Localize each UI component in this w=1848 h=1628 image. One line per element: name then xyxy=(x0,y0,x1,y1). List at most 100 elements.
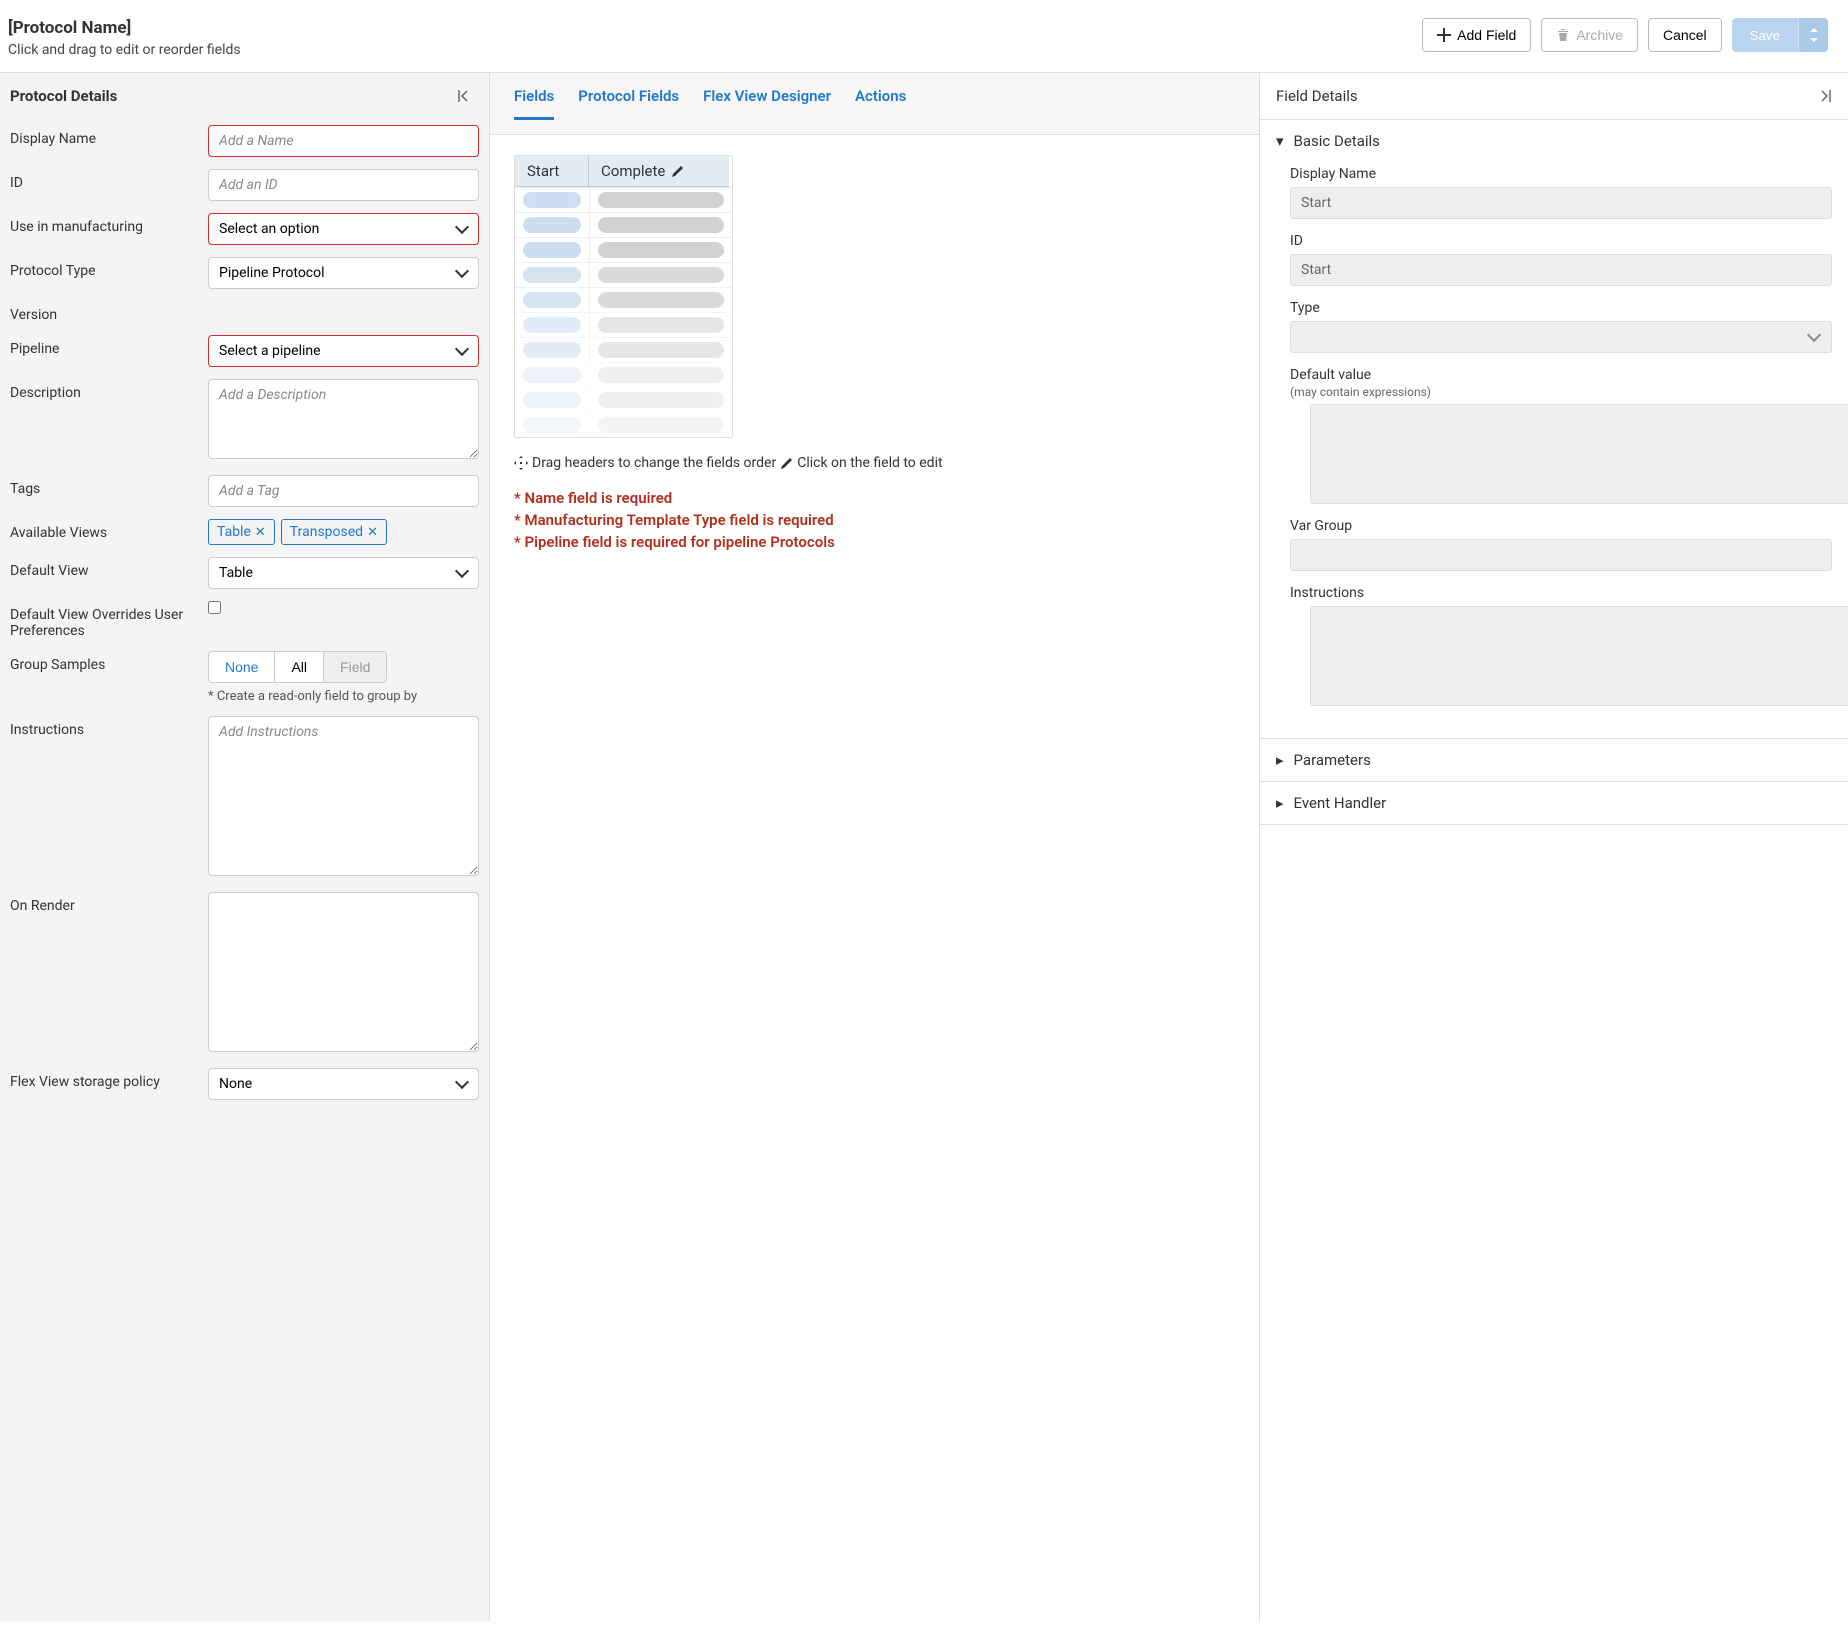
fd-instructions-textarea[interactable] xyxy=(1310,606,1848,706)
grid-row[interactable] xyxy=(515,412,732,437)
cancel-label: Cancel xyxy=(1663,27,1707,43)
available-views-label: Available Views xyxy=(10,519,198,545)
parameters-section: Parameters xyxy=(1260,739,1848,782)
save-dropdown-button[interactable] xyxy=(1798,18,1828,52)
collapse-right-icon[interactable] xyxy=(1816,88,1832,104)
move-icon xyxy=(514,456,528,470)
collapse-left-icon[interactable] xyxy=(457,88,473,104)
col-header-complete[interactable]: Complete xyxy=(589,156,729,187)
instructions-label: Instructions xyxy=(10,716,198,880)
fields-grid: Start Complete xyxy=(514,155,733,438)
chip-table[interactable]: Table✕ xyxy=(208,519,275,545)
cancel-button[interactable]: Cancel xyxy=(1648,18,1722,52)
remove-icon[interactable]: ✕ xyxy=(367,525,378,540)
tab-flex-view-designer[interactable]: Flex View Designer xyxy=(703,87,831,120)
grid-row[interactable] xyxy=(515,212,732,237)
chip-transposed-label: Transposed xyxy=(290,524,363,540)
header-subtitle: Click and drag to edit or reorder fields xyxy=(8,42,241,58)
tags-label: Tags xyxy=(10,475,198,507)
fd-display-name-input[interactable]: Start xyxy=(1290,187,1832,219)
description-textarea[interactable] xyxy=(208,379,479,459)
group-samples-label: Group Samples xyxy=(10,651,198,704)
onrender-textarea[interactable] xyxy=(208,892,479,1052)
version-label: Version xyxy=(10,301,198,323)
fd-vargroup-label: Var Group xyxy=(1290,518,1832,534)
fd-instructions-label: Instructions xyxy=(1290,585,1832,601)
save-label: Save xyxy=(1750,28,1780,43)
use-manufacturing-select[interactable]: Select an option xyxy=(208,213,479,245)
protocol-details-heading: Protocol Details xyxy=(10,87,117,105)
grid-row[interactable] xyxy=(515,337,732,362)
error-pipeline-required: * Pipeline field is required for pipelin… xyxy=(514,533,1235,551)
parameters-header[interactable]: Parameters xyxy=(1260,739,1848,781)
instructions-textarea[interactable] xyxy=(208,716,479,876)
tags-input[interactable] xyxy=(208,475,479,507)
seg-all-button[interactable]: All xyxy=(275,651,324,683)
tip-click-text: Click on the field to edit xyxy=(797,455,942,471)
col-header-start[interactable]: Start xyxy=(515,156,589,187)
add-field-label: Add Field xyxy=(1457,27,1516,43)
use-manufacturing-label: Use in manufacturing xyxy=(10,213,198,245)
error-list: * Name field is required * Manufacturing… xyxy=(514,489,1235,551)
grid-row[interactable] xyxy=(515,237,732,262)
plus-icon xyxy=(1437,28,1451,42)
id-input[interactable] xyxy=(208,169,479,201)
fd-type-select[interactable] xyxy=(1290,321,1832,353)
archive-button[interactable]: Archive xyxy=(1541,18,1638,52)
header-title-block: [Protocol Name] Click and drag to edit o… xyxy=(8,18,241,58)
pipeline-select[interactable]: Select a pipeline xyxy=(208,335,479,367)
display-name-label: Display Name xyxy=(10,125,198,157)
grid-row[interactable] xyxy=(515,287,732,312)
protocol-details-heading-row: Protocol Details xyxy=(0,73,489,119)
fd-default-label: Default value xyxy=(1290,367,1832,383)
caret-right-icon xyxy=(1276,794,1286,812)
fd-default-textarea[interactable] xyxy=(1310,404,1848,504)
trash-icon xyxy=(1556,28,1570,42)
flexview-policy-select[interactable]: None xyxy=(208,1068,479,1100)
grid-row[interactable] xyxy=(515,362,732,387)
grid-tips: Drag headers to change the fields order … xyxy=(514,455,1235,471)
fd-vargroup-input[interactable] xyxy=(1290,539,1832,571)
protocol-details-panel: Protocol Details Display Name ID Use in … xyxy=(0,73,490,1621)
default-view-select[interactable]: Table xyxy=(208,557,479,589)
grid-row[interactable] xyxy=(515,262,732,287)
fd-id-input[interactable]: Start xyxy=(1290,254,1832,286)
fd-id-label: ID xyxy=(1290,233,1832,249)
tab-protocol-fields[interactable]: Protocol Fields xyxy=(578,87,679,120)
protocol-type-select[interactable]: Pipeline Protocol xyxy=(208,257,479,289)
remove-icon[interactable]: ✕ xyxy=(255,525,266,540)
archive-label: Archive xyxy=(1576,27,1623,43)
seg-none-button[interactable]: None xyxy=(208,651,275,683)
onrender-label: On Render xyxy=(10,892,198,1056)
grid-header-row: Start Complete xyxy=(515,156,732,187)
basic-details-label: Basic Details xyxy=(1294,132,1380,150)
display-name-input[interactable] xyxy=(208,125,479,157)
page-header: [Protocol Name] Click and drag to edit o… xyxy=(0,0,1848,73)
tab-actions[interactable]: Actions xyxy=(855,87,906,120)
pipeline-label: Pipeline xyxy=(10,335,198,367)
pencil-icon xyxy=(671,165,684,178)
override-label: Default View Overrides User Preferences xyxy=(10,601,198,639)
add-field-button[interactable]: Add Field xyxy=(1422,18,1531,52)
grid-row[interactable] xyxy=(515,387,732,412)
event-handler-header[interactable]: Event Handler xyxy=(1260,782,1848,824)
save-button[interactable]: Save xyxy=(1732,18,1798,52)
save-button-group: Save xyxy=(1732,18,1828,52)
error-name-required: * Name field is required xyxy=(514,489,1235,507)
chip-transposed[interactable]: Transposed ✕ xyxy=(281,519,387,545)
fd-default-sublabel: (may contain expressions) xyxy=(1290,385,1832,399)
field-details-heading: Field Details xyxy=(1276,87,1358,105)
grid-row[interactable] xyxy=(515,312,732,337)
basic-details-section: Basic Details Display Name Start ID Star… xyxy=(1260,120,1848,739)
pencil-icon xyxy=(780,457,793,470)
override-checkbox[interactable] xyxy=(208,601,221,614)
error-mfg-type-required: * Manufacturing Template Type field is r… xyxy=(514,511,1235,529)
id-label: ID xyxy=(10,169,198,201)
fd-type-label: Type xyxy=(1290,300,1832,316)
grid-row[interactable] xyxy=(515,187,732,212)
caret-down-icon xyxy=(1276,132,1286,150)
default-view-label: Default View xyxy=(10,557,198,589)
basic-details-header[interactable]: Basic Details xyxy=(1260,120,1848,162)
tab-fields[interactable]: Fields xyxy=(514,87,554,120)
seg-field-button[interactable]: Field xyxy=(324,651,387,683)
